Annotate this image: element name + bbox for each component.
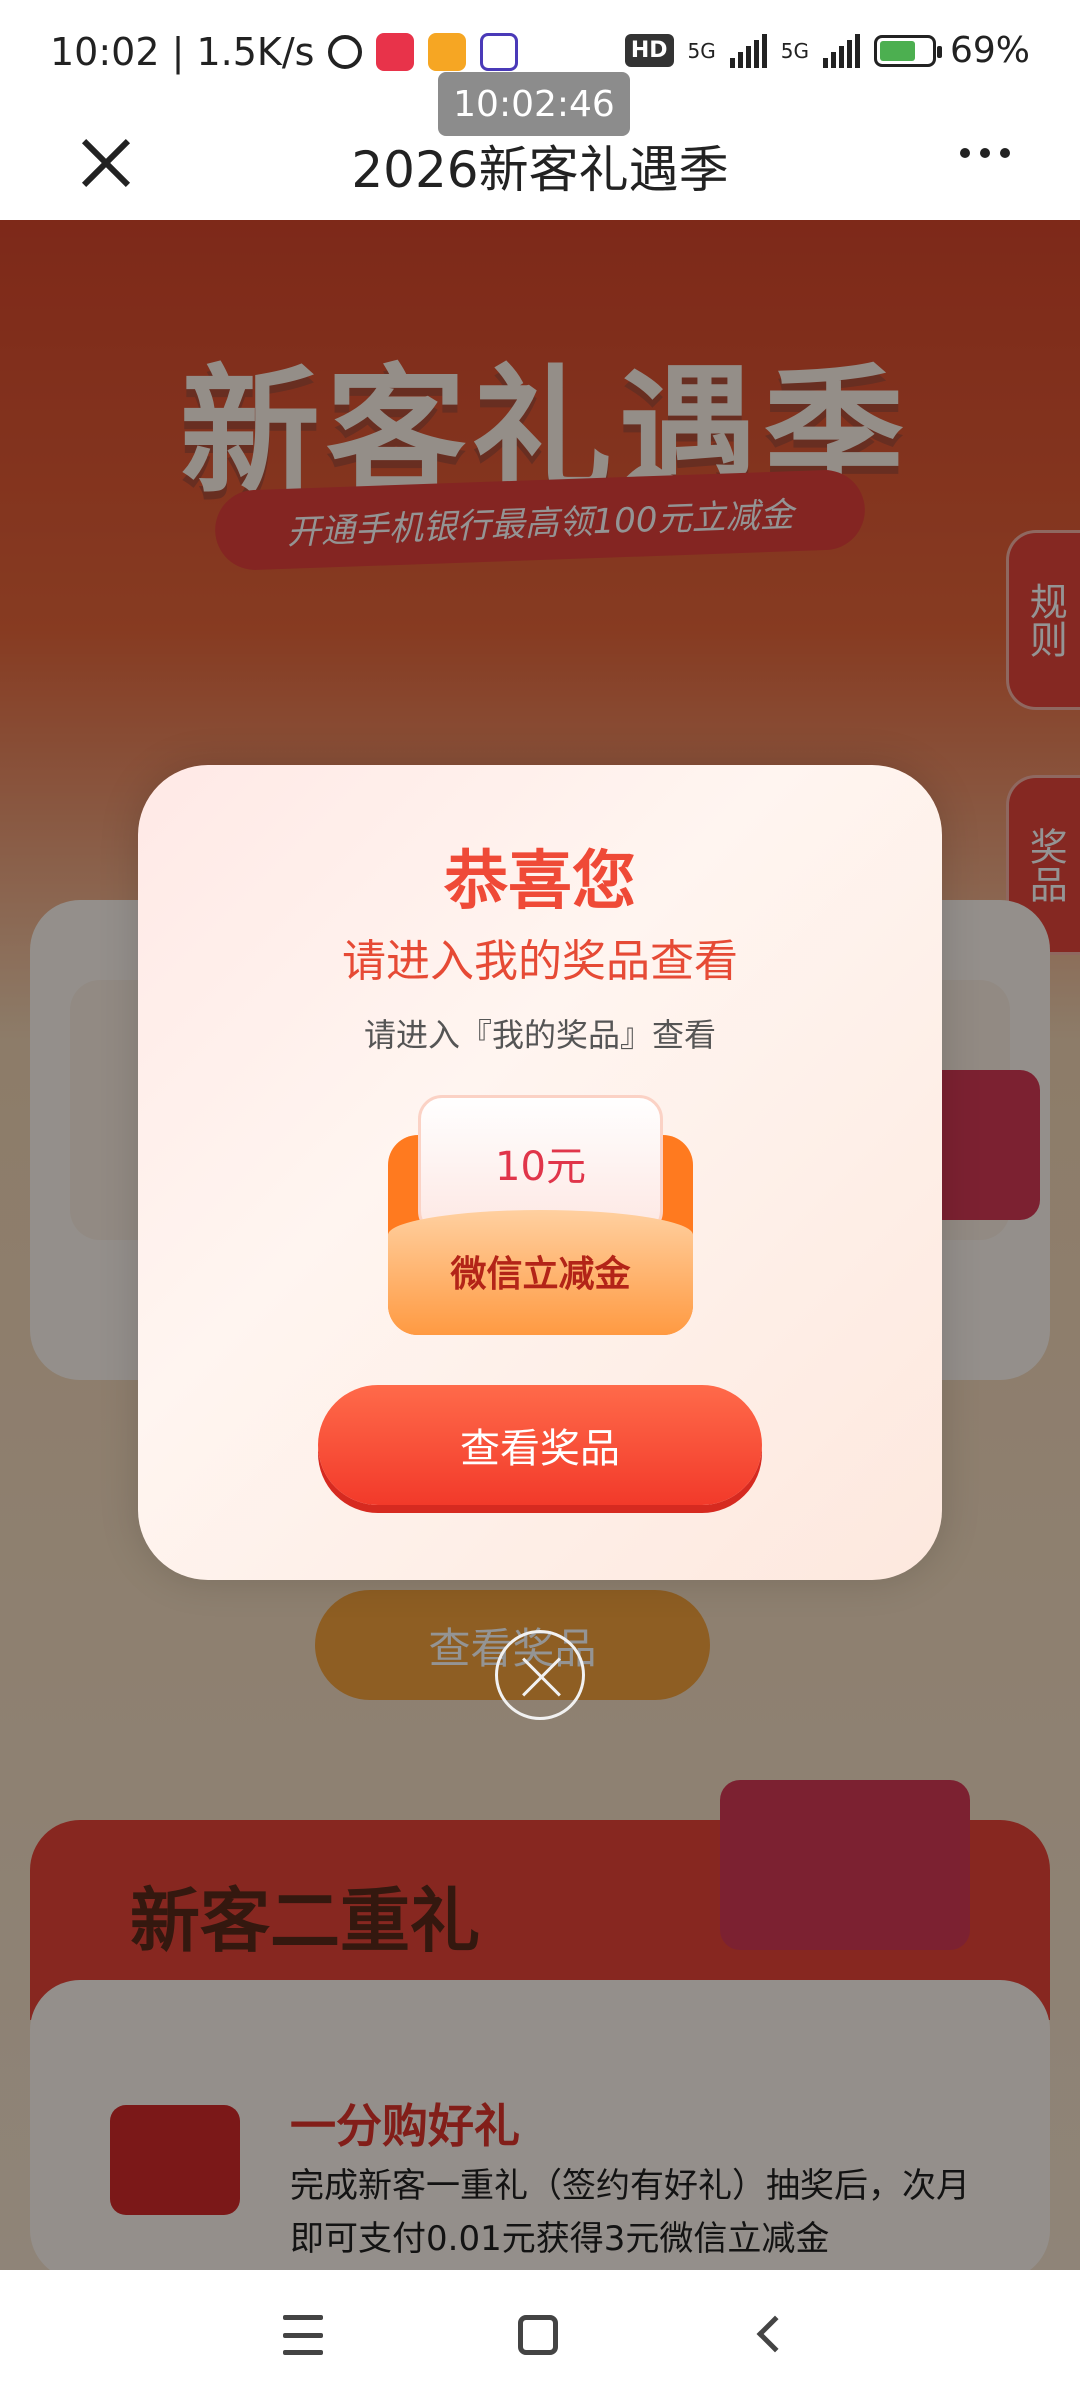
signal-icon-1 (729, 33, 767, 68)
prize-envelope: 10元 微信立减金 (388, 1095, 693, 1335)
hd-badge: HD (624, 34, 674, 67)
modal-close-icon[interactable] (495, 1630, 585, 1720)
app-notification-icon (376, 33, 415, 71)
status-left: 10:02 | 1.5K/s (50, 30, 519, 74)
battery-icon (873, 34, 942, 67)
status-time-speed: 10:02 | 1.5K/s (50, 30, 315, 74)
network-label-1: 5G (687, 38, 716, 63)
more-icon[interactable] (960, 148, 1010, 158)
status-right: HD 5G 5G 69% (624, 30, 1030, 71)
home-icon[interactable] (518, 2315, 558, 2355)
modal-subtitle: 请进入我的奖品查看 (342, 936, 738, 987)
view-prize-button[interactable]: 查看奖品 (318, 1385, 762, 1505)
prize-label: 微信立减金 (450, 1254, 631, 1295)
time-overlay: 10:02:46 (438, 72, 630, 136)
alarm-icon (328, 35, 363, 69)
bank-notification-icon (480, 33, 519, 71)
menu-icon[interactable] (283, 2315, 323, 2355)
modal-hint: 请进入『我的奖品』查看 (363, 1016, 716, 1054)
prize-value: 10元 (495, 1144, 586, 1190)
page-title: 2026新客礼遇季 (351, 141, 729, 199)
battery-percent: 69% (949, 30, 1030, 71)
prize-modal: 恭喜您 请进入我的奖品查看 请进入『我的奖品』查看 10元 微信立减金 查看奖品 (138, 765, 942, 1580)
signal-icon-2 (822, 33, 860, 68)
system-nav-bar (0, 2270, 1080, 2400)
network-label-2: 5G (780, 38, 809, 63)
back-icon[interactable] (756, 2315, 794, 2353)
notes-notification-icon (428, 33, 467, 71)
modal-title: 恭喜您 (444, 845, 636, 919)
